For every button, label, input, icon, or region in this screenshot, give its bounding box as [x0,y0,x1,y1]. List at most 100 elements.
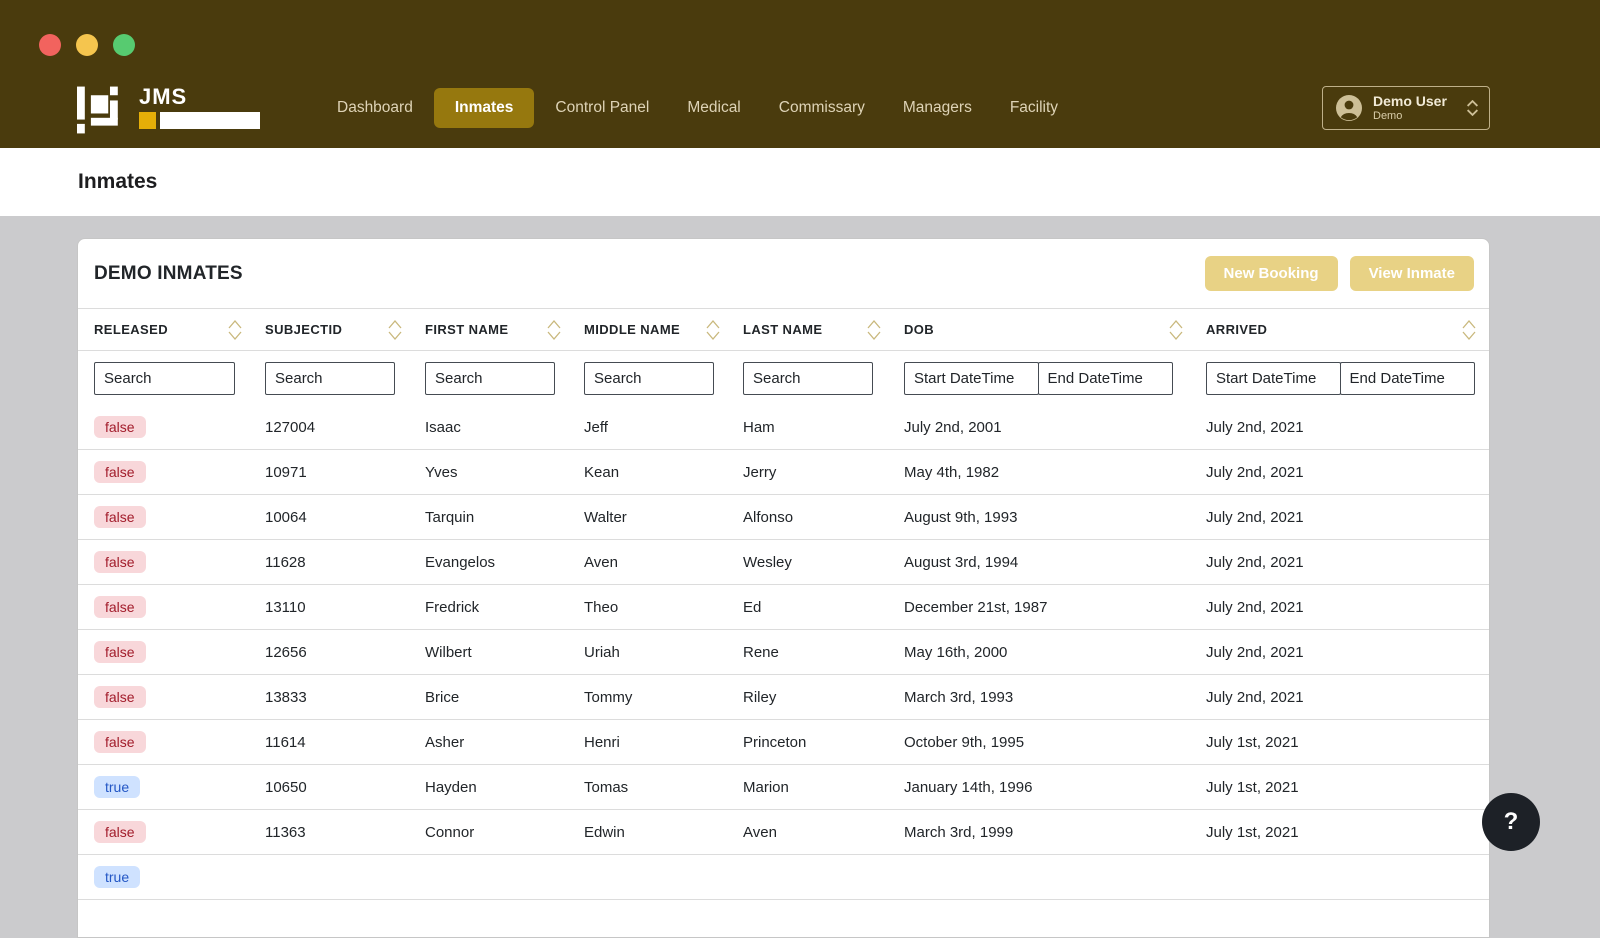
released-cell: false [94,551,265,573]
window-controls [39,34,135,56]
table-row[interactable]: true 10650 Hayden Tomas Marion January 14th, … [78,765,1489,810]
sort-icon[interactable] [227,319,243,341]
page-title-bar: Inmates [0,148,1600,216]
table-row[interactable]: true [78,855,1489,900]
nav-item-managers[interactable]: Managers [886,88,989,128]
status-badge: false [94,551,146,573]
arrived-cell: July 2nd, 2021 [1206,598,1304,616]
last-cell: Alfonso [743,508,794,526]
released-cell: false [94,821,265,843]
status-badge: true [94,866,141,888]
window-maximize-button[interactable] [113,34,135,56]
user-menu[interactable]: Demo User Demo [1322,86,1490,130]
table-row[interactable]: false 11614 Asher Henri Princeton October 9th… [78,720,1489,765]
last-cell: Jerry [743,463,777,481]
first-cell: Isaac [425,418,461,436]
app-logo: JMS [77,86,260,134]
column-label: LAST NAME [743,322,823,337]
sort-icon[interactable] [387,319,403,341]
search-input-released[interactable] [94,361,235,395]
nav-item-inmates[interactable]: Inmates [433,88,535,128]
column-label: MIDDLE NAME [584,322,681,337]
last-cell: Ed [743,598,762,616]
sort-icon[interactable] [1461,319,1477,341]
table-row[interactable]: false 10971 Yves Kean Jerry May 4th, 1982 July… [78,450,1489,495]
arrived-cell: July 1st, 2021 [1206,823,1299,841]
released-cell: false [94,461,265,483]
search-input-middle-name[interactable] [584,361,714,395]
first-cell: Tarquin [425,508,475,526]
column-label: DOB [904,322,935,337]
table-row[interactable]: false 13833 Brice Tommy Riley March 3rd, 1993… [78,675,1489,720]
new-booking-button[interactable]: New Booking [1204,256,1338,291]
panel-header: DEMO INMATES New Booking View Inmate [78,239,1489,309]
table-row[interactable]: false 11628 Evangelos Aven Wesley August 3rd,… [78,540,1489,585]
logo-underline [139,112,260,129]
released-cell: true [94,866,265,888]
end-datetime-input-dob[interactable] [1037,361,1173,395]
app-header: JMS Dashboard Inmates Control Panel Medical… [0,0,1600,148]
arrived-cell: July 2nd, 2021 [1206,688,1304,706]
nav-item-control-panel[interactable]: Control Panel [538,88,666,128]
table-row[interactable]: false 12656 Wilbert Uriah Rene May 16th, 2000… [78,630,1489,675]
page-title: Inmates [78,170,158,193]
table-row[interactable]: false 10064 Tarquin Walter Alfonso August 9th… [78,495,1489,540]
subjectid-cell: 13833 [265,688,307,706]
nav-item-commissary[interactable]: Commissary [762,88,882,128]
middle-cell: Walter [584,508,627,526]
sort-icon[interactable] [705,319,721,341]
user-avatar-icon [1335,94,1363,122]
released-cell: false [94,416,265,438]
last-cell: Ham [743,418,775,436]
column-header-dob: DOB [904,309,1206,350]
dob-cell: January 14th, 1996 [904,778,1033,796]
status-badge: false [94,731,146,753]
jms-logo-icon [77,86,123,134]
released-cell: false [94,731,265,753]
first-cell: Asher [425,733,465,751]
released-cell: false [94,506,265,528]
end-datetime-input-arrived[interactable] [1339,361,1475,395]
search-input-subjectid[interactable] [265,361,395,395]
sort-icon[interactable] [546,319,562,341]
window-minimize-button[interactable] [76,34,98,56]
dob-cell: March 3rd, 1993 [904,688,1014,706]
column-header-released: RELEASED [94,309,265,350]
first-cell: Yves [425,463,458,481]
start-datetime-input-arrived[interactable] [1206,361,1341,395]
column-label: RELEASED [94,322,168,337]
user-role: Demo [1373,110,1403,123]
arrived-cell: July 2nd, 2021 [1206,508,1304,526]
table-row[interactable]: false 13110 Fredrick Theo Ed December 21st, 1… [78,585,1489,630]
filter-cell [425,361,584,395]
search-input-first-name[interactable] [425,361,555,395]
released-cell: false [94,641,265,663]
sort-icon[interactable] [1168,319,1184,341]
start-datetime-input-dob[interactable] [904,361,1039,395]
last-cell: Princeton [743,733,807,751]
first-cell: Fredrick [425,598,480,616]
status-badge: false [94,416,146,438]
table-row[interactable]: false 127004 Isaac Jeff Ham July 2nd, 2001 Jul… [78,405,1489,450]
help-button[interactable]: ? [1482,793,1540,851]
nav-item-dashboard[interactable]: Dashboard [320,88,430,128]
dob-cell: March 3rd, 1999 [904,823,1014,841]
table-body: false 127004 Isaac Jeff Ham July 2nd, 2001 Jul… [78,405,1489,900]
status-badge: false [94,596,146,618]
middle-cell: Kean [584,463,620,481]
view-inmate-button[interactable]: View Inmate [1349,256,1474,291]
middle-cell: Uriah [584,643,620,661]
middle-cell: Tomas [584,778,629,796]
nav-item-facility[interactable]: Facility [993,88,1075,128]
filter-cell [584,361,743,395]
table-row[interactable]: false 11363 Connor Edwin Aven March 3rd, 1999… [78,810,1489,855]
column-label: SUBJECTID [265,322,343,337]
column-header-last-name: LAST NAME [743,309,904,350]
dob-cell: August 3rd, 1994 [904,553,1019,571]
first-cell: Evangelos [425,553,496,571]
search-input-last-name[interactable] [743,361,873,395]
subjectid-cell: 11363 [265,823,306,841]
sort-icon[interactable] [866,319,882,341]
nav-item-medical[interactable]: Medical [670,88,757,128]
window-close-button[interactable] [39,34,61,56]
